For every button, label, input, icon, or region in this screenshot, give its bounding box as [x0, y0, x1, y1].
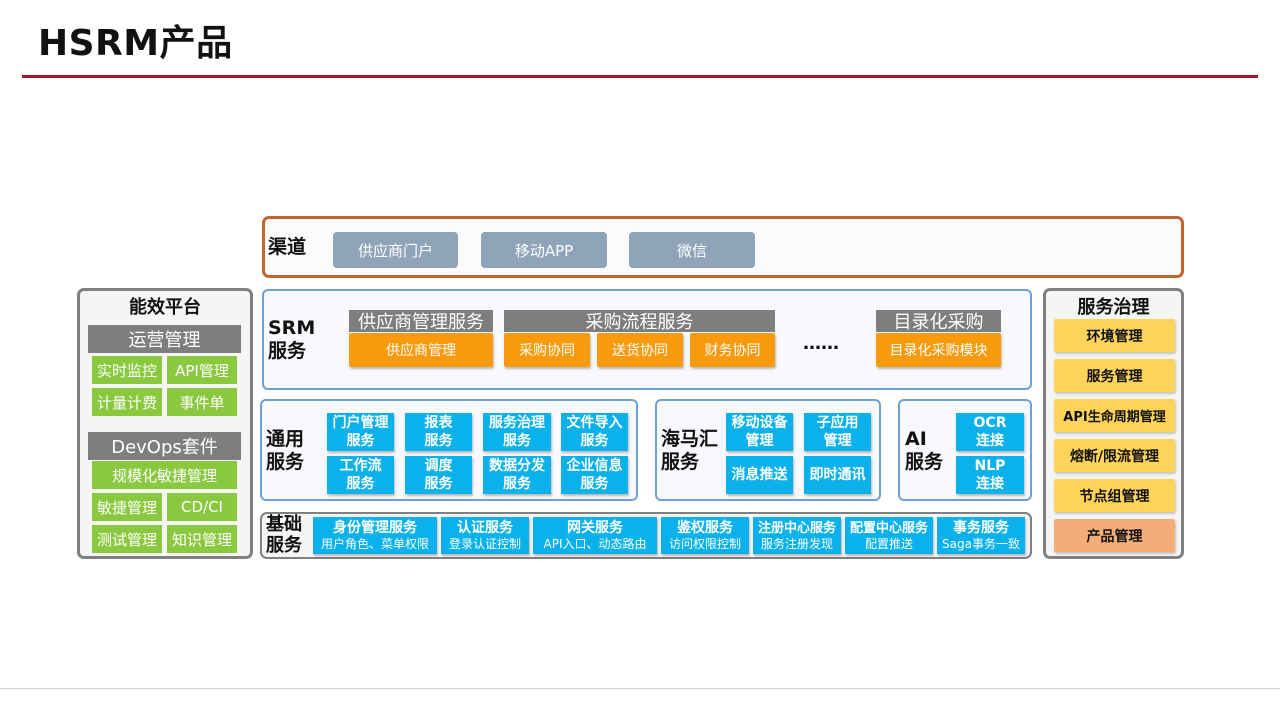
devops-agile-mgmt: 敏捷管理 [92, 493, 162, 521]
ops-realtime-monitor: 实时监控 [92, 356, 162, 384]
gov-service-mgmt: 服务管理 [1054, 359, 1175, 392]
devops-cdci: CD/CI [167, 493, 237, 521]
gov-node-group: 节点组管理 [1054, 479, 1175, 512]
base-authz: 鉴权服务 访问权限控制 [661, 517, 749, 554]
common-file-import: 文件导入 服务 [561, 413, 628, 451]
srm-group-header-supplier: 供应商管理服务 [349, 310, 493, 333]
srm-item-supplier-mgmt: 供应商管理 [349, 333, 493, 367]
ai-nlp: NLP 连接 [956, 456, 1024, 494]
base-label: 基础 服务 [266, 514, 302, 556]
base-gateway: 网关服务 API入口、动态路由 [533, 517, 657, 554]
devops-scaled-agile: 规模化敏捷管理 [92, 461, 237, 489]
channel-wechat: 微信 [629, 232, 755, 268]
common-report: 报表 服务 [405, 413, 472, 451]
devops-knowledge-mgmt: 知识管理 [167, 525, 237, 553]
efficiency-title: 能效平台 [129, 297, 201, 318]
common-portal-mgmt: 门户管理 服务 [327, 413, 394, 451]
haimahui-im: 即时通讯 [804, 456, 871, 494]
haimahui-label: 海马汇 服务 [661, 428, 719, 473]
base-auth-sub: 登录认证控制 [448, 536, 521, 551]
srm-item-finance-collab: 财务协同 [690, 333, 775, 367]
common-scheduler: 调度 服务 [405, 456, 472, 494]
base-auth: 认证服务 登录认证控制 [441, 517, 529, 554]
haimahui-subapp-mgmt: 子应用 管理 [804, 413, 871, 451]
ops-api-mgmt: API管理 [167, 356, 237, 384]
srm-item-procurement-collab: 采购协同 [504, 333, 590, 367]
base-registry: 注册中心服务 服务注册发现 [753, 517, 841, 554]
base-transaction-sub: Saga事务一致 [942, 536, 1020, 551]
ops-incident: 事件单 [167, 388, 237, 416]
ai-label: AI 服务 [905, 428, 944, 473]
gov-api-lifecycle: API生命周期管理 [1054, 399, 1175, 432]
channel-supplier-portal: 供应商门户 [333, 232, 458, 268]
base-registry-sub: 服务注册发现 [760, 536, 833, 551]
common-enterprise-info: 企业信息 服务 [561, 456, 628, 494]
srm-item-delivery-collab: 送货协同 [597, 333, 683, 367]
gov-product-mgmt: 产品管理 [1054, 519, 1175, 552]
common-service-gov: 服务治理 服务 [483, 413, 551, 451]
channel-label: 渠道 [268, 236, 307, 258]
base-identity: 身份管理服务 用户角色、菜单权限 [313, 517, 437, 554]
channel-mobile-app: 移动APP [481, 232, 607, 268]
page-title: HSRM产品 [38, 23, 233, 64]
base-transaction: 事务服务 Saga事务一致 [937, 517, 1025, 554]
base-config-sub: 配置推送 [864, 536, 913, 551]
srm-ellipsis: …… [803, 333, 839, 354]
srm-group-header-procurement: 采购流程服务 [504, 310, 775, 333]
devops-test-mgmt: 测试管理 [92, 525, 162, 553]
common-label: 通用 服务 [266, 428, 305, 473]
base-auth-title: 认证服务 [457, 519, 513, 536]
srm-group-header-catalog: 目录化采购 [876, 310, 1001, 333]
footer-divider [0, 688, 1280, 689]
base-authz-title: 鉴权服务 [677, 519, 733, 536]
common-data-dist: 数据分发 服务 [483, 456, 551, 494]
ops-header: 运营管理 [88, 325, 241, 353]
srm-item-catalog-module: 目录化采购模块 [876, 333, 1001, 367]
base-transaction-title: 事务服务 [953, 519, 1009, 536]
base-registry-title: 注册中心服务 [757, 520, 836, 536]
governance-title: 服务治理 [1077, 297, 1150, 318]
common-workflow: 工作流 服务 [327, 456, 394, 494]
title-divider [22, 75, 1258, 78]
srm-label: SRM 服务 [268, 317, 316, 362]
base-config: 配置中心服务 配置推送 [845, 517, 933, 554]
base-gateway-sub: API入口、动态路由 [543, 536, 647, 551]
gov-circuit-breaker: 熔断/限流管理 [1054, 439, 1175, 472]
base-identity-sub: 用户角色、菜单权限 [320, 536, 429, 551]
base-config-title: 配置中心服务 [849, 520, 928, 536]
base-authz-sub: 访问权限控制 [668, 536, 741, 551]
devops-header: DevOps套件 [88, 432, 241, 460]
haimahui-push: 消息推送 [726, 456, 793, 494]
base-gateway-title: 网关服务 [567, 519, 623, 536]
ops-metering-billing: 计量计费 [92, 388, 162, 416]
gov-env-mgmt: 环境管理 [1054, 319, 1175, 352]
ai-ocr: OCR 连接 [956, 413, 1024, 451]
haimahui-device-mgmt: 移动设备 管理 [726, 413, 793, 451]
base-identity-title: 身份管理服务 [333, 519, 417, 536]
